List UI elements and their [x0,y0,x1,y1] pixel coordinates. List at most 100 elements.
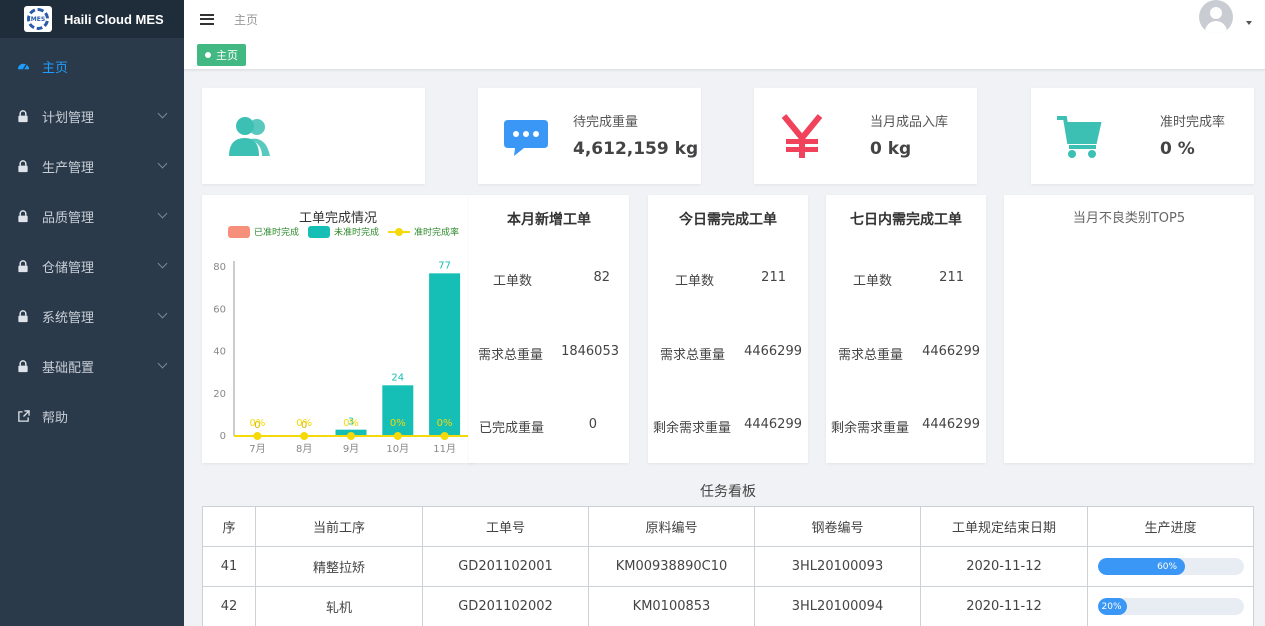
column-header: 工单号 [422,506,589,547]
stat-card-monthly-inbound: 当月成品入库 0 kg [754,88,977,184]
sidebar-item-4[interactable]: 仓储管理 [0,241,184,291]
column-header: 钢卷编号 [754,506,921,547]
y-tick-label: 0 [220,431,226,442]
yen-icon [781,114,823,158]
row-label: 工单数 [675,274,715,289]
breadcrumb[interactable]: 主页 [234,11,258,28]
cart-icon [1057,116,1102,158]
bar-value-label: 24 [391,372,404,383]
external-link-icon [16,409,30,423]
bar [429,273,461,436]
chevron-down-icon [157,308,168,319]
work-order-row: 需求总重量 4466299 [826,344,986,363]
sidebar-item-label: 系统管理 [42,310,95,326]
row-label: 需求总重量 [478,348,544,363]
logo-bar[interactable]: MES Haili Cloud MES [0,0,184,38]
lock-icon [16,159,30,173]
progress-fill: 20% [1097,598,1127,615]
x-tick-label: 8月 [296,443,312,455]
dashboard-icon [16,59,30,73]
sidebar-item-1[interactable]: 计划管理 [0,91,184,141]
row-label: 工单数 [493,274,533,289]
row-value: 211 [939,270,964,285]
cell-order-no: GD201102002 [422,586,589,626]
lock-icon [16,209,30,223]
chevron-down-icon [157,208,168,219]
cell-process: 精整拉矫 [255,546,423,587]
table-header-row: 序 当前工序 工单号 原料编号 钢卷编号 工单规定结束日期 生产进度 [202,506,1254,547]
sidebar-item-5[interactable]: 系统管理 [0,291,184,341]
users-icon [229,117,270,156]
menu-toggle-icon[interactable] [200,13,214,25]
stat-label: 准时完成率 [1160,115,1226,130]
work-order-row: 已完成重量 0 [469,417,629,436]
sidebar-item-label: 帮助 [42,410,69,426]
stat-value: 4,612,159 kg [573,139,699,159]
sidebar: MES Haili Cloud MES 主页计划管理生产管理 品质管理仓储管理系统… [0,0,184,626]
cell-end-date: 2020-11-12 [920,546,1088,587]
sidebar-item-0[interactable]: 主页 [0,41,184,91]
sidebar-item-6[interactable]: 基础配置 [0,341,184,391]
rate-point [253,432,262,440]
table-row[interactable]: 41 精整拉矫 GD201102001 KM00938890C10 3HL201… [202,546,1254,587]
table-row[interactable]: 42 轧机 GD201102002 KM0100853 3HL20100094 … [202,586,1254,626]
task-board-title: 任务看板 [700,484,756,500]
defect-title: 当月不良类别TOP5 [1072,211,1186,226]
sidebar-item-label: 仓储管理 [42,260,95,276]
chevron-down-icon [157,358,168,369]
tab-home[interactable]: 主页 [197,44,246,66]
sidebar-item-2[interactable]: 生产管理 [0,141,184,191]
progress-label: 20% [1101,601,1122,612]
x-tick-label: 11月 [433,443,456,455]
cell-coil-no: 3HL20100094 [754,586,921,626]
sidebar-item-3[interactable]: 品质管理 [0,191,184,241]
work-order-title: 七日内需完成工单 [850,212,962,228]
cell-material-no: KM0100853 [588,586,755,626]
logo: MES [24,6,52,32]
lock-icon [16,109,30,123]
row-label: 需求总重量 [660,348,726,363]
rate-label: 0% [296,418,312,429]
rate-point [347,432,355,440]
work-order-card-monthly: 本月新增工单 工单数 82 需求总重量 1846053 已完成重量 0 [469,195,629,463]
bar-value-label: 77 [438,260,451,271]
bar-chart: 02040608007月08月39月2410月7711月0% 0% 0% 0% 0% [213,260,468,455]
rate-point [300,432,309,440]
rate-label: 0% [437,418,453,429]
work-order-row: 工单数 211 [826,270,986,289]
sidebar-item-label: 主页 [42,60,69,76]
logo-text: MES [30,15,46,23]
sidebar-item-label: 计划管理 [42,110,95,126]
column-header: 当前工序 [255,506,423,547]
y-tick-label: 60 [213,304,226,315]
lock-icon [16,309,30,323]
stat-label: 当月成品入库 [870,115,949,130]
x-tick-label: 9月 [343,443,359,455]
work-order-row: 工单数 211 [648,270,808,289]
y-tick-label: 40 [213,347,226,358]
avatar[interactable] [1199,0,1233,34]
rate-label: 0% [343,418,359,429]
work-order-title: 本月新增工单 [507,212,591,228]
lock-icon [16,359,30,373]
row-label: 剩余需求重量 [653,421,732,436]
work-order-row: 剩余需求重量 4446299 [826,417,986,436]
stat-card-users [202,88,425,184]
cell-end-date: 2020-11-12 [920,586,1088,626]
column-header: 工单规定结束日期 [920,506,1088,547]
progress-fill: 60% [1097,558,1186,575]
cell-progress: 60% [1087,546,1254,587]
progress-bar: 20% [1097,598,1244,615]
column-header: 生产进度 [1087,506,1254,547]
caret-down-icon[interactable] [1246,21,1252,25]
work-order-row: 剩余需求重量 4446299 [648,417,808,436]
progress-label: 60% [1157,561,1178,572]
rate-label: 0% [249,418,265,429]
row-label: 剩余需求重量 [831,421,910,436]
rate-point [440,432,449,440]
work-order-row: 需求总重量 1846053 [469,344,629,363]
row-label: 工单数 [853,274,893,289]
stat-label: 待完成重量 [573,115,639,130]
sidebar-item-7[interactable]: 帮助 [0,391,184,441]
stat-value: 0 kg [870,139,912,159]
